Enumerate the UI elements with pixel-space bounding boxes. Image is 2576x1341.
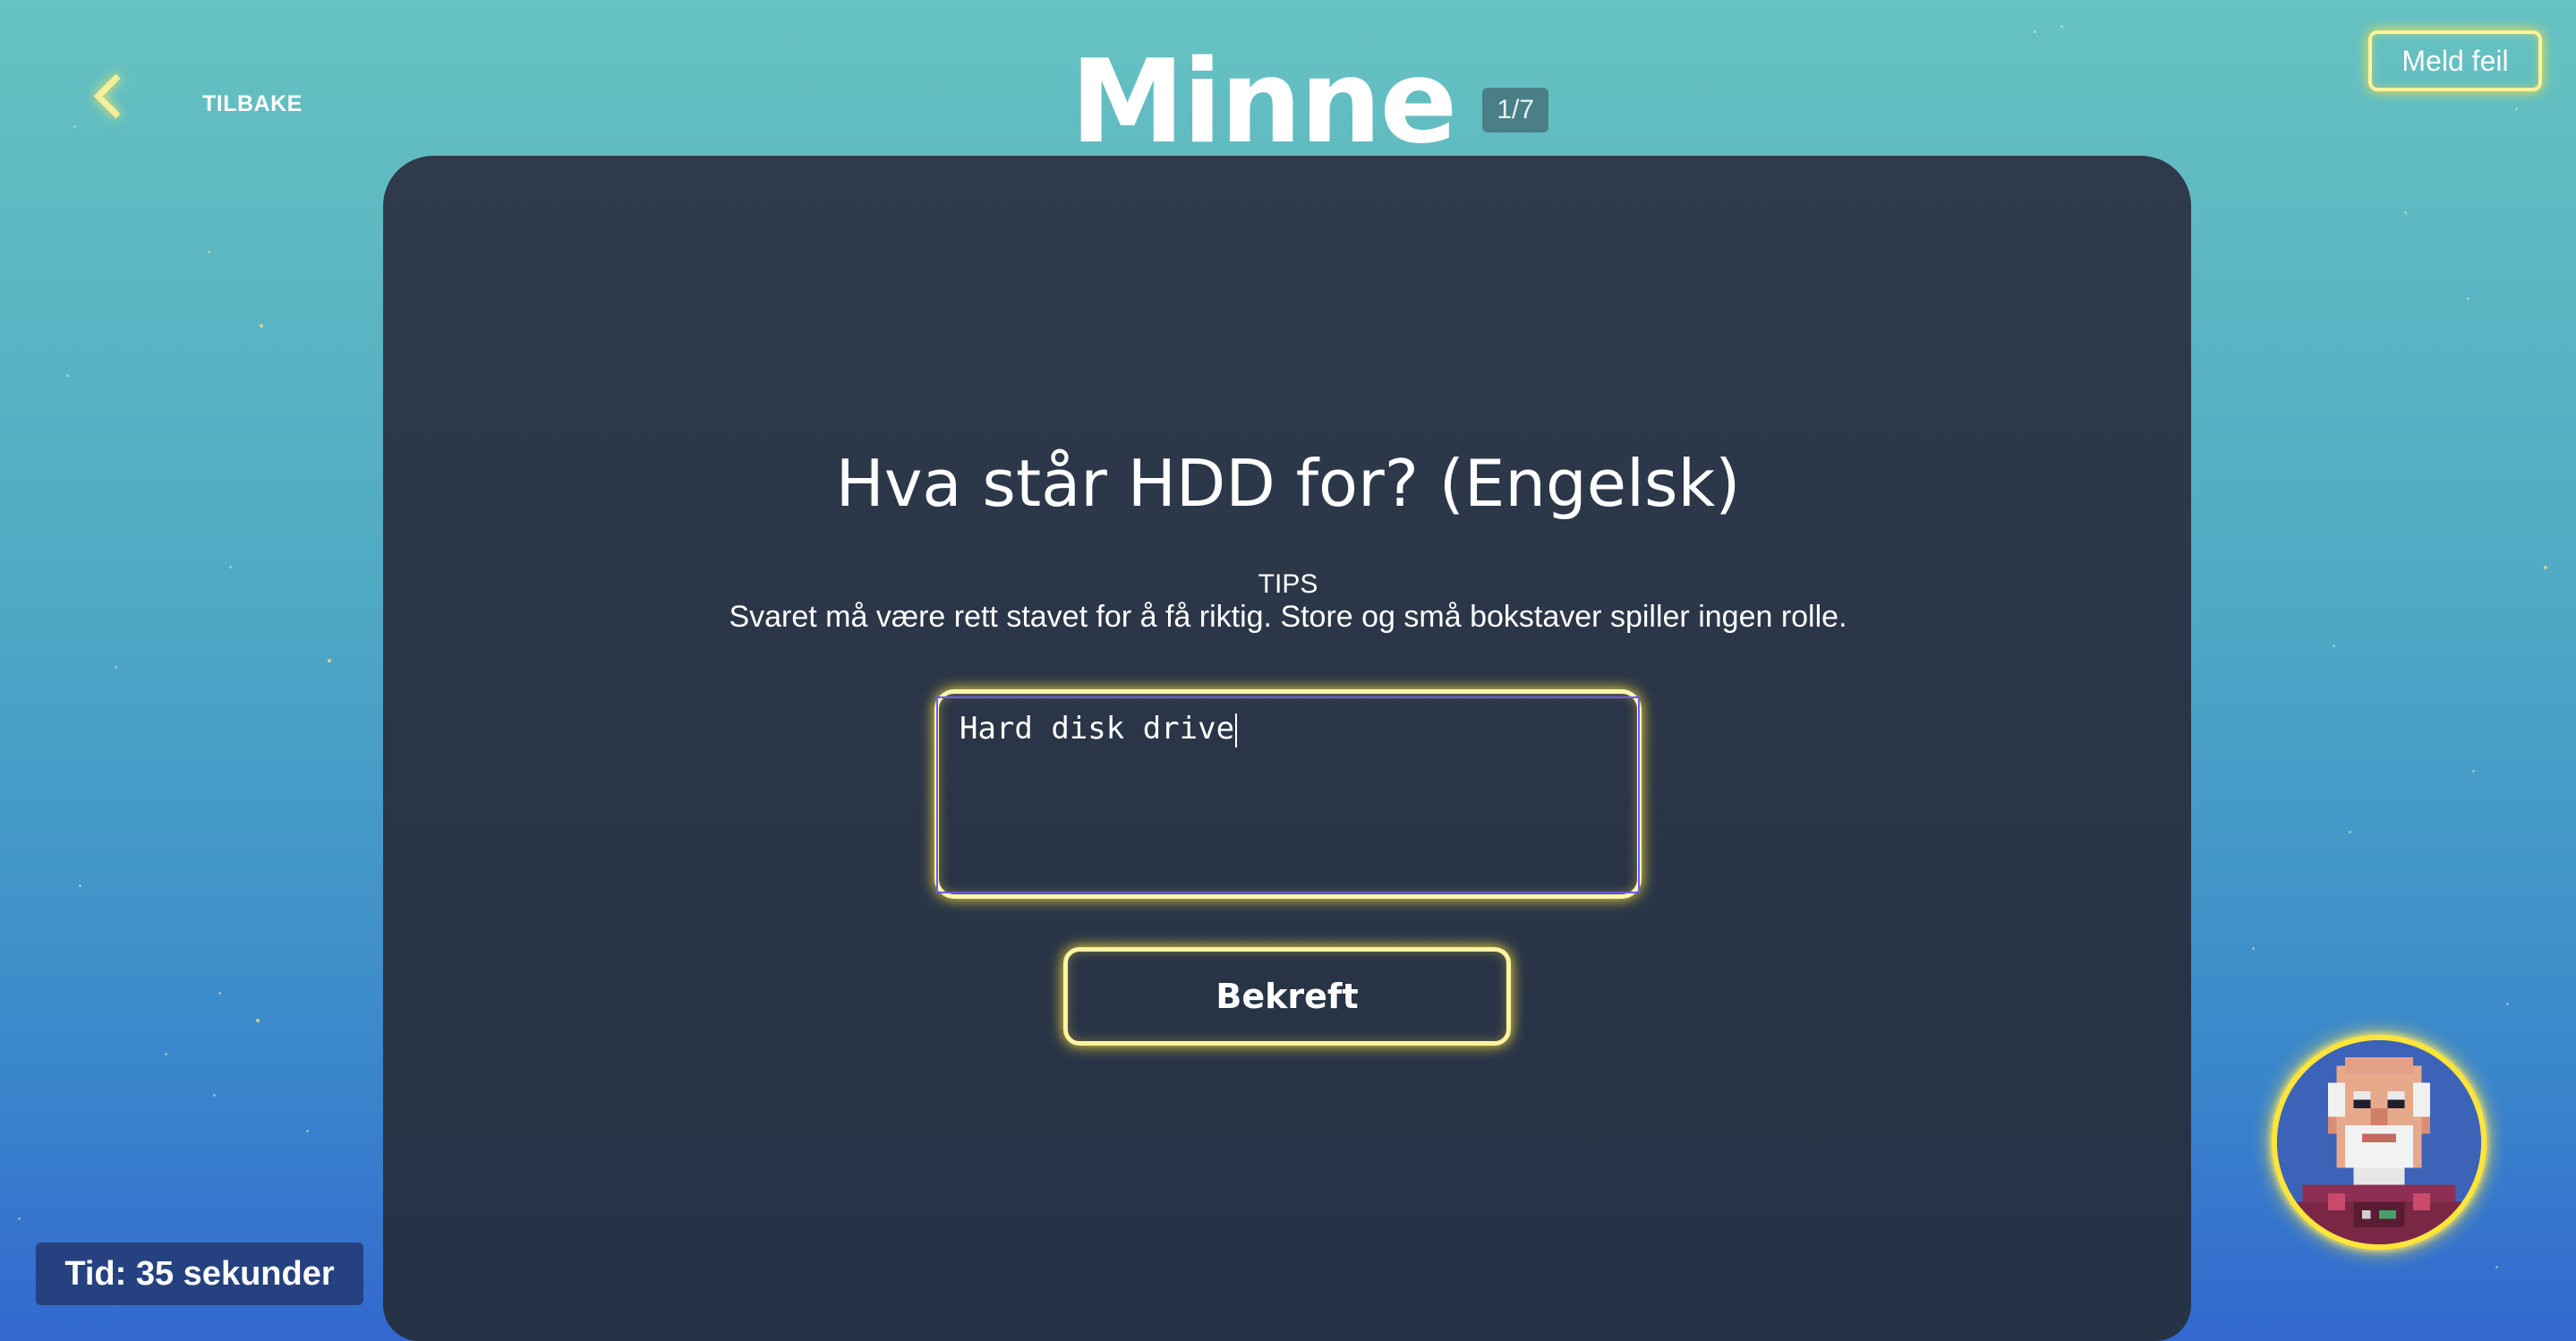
text-caret xyxy=(1235,713,1238,747)
tips-text: Svaret må være rett stavet for å få rikt… xyxy=(729,600,1847,634)
tips-heading: TIPS xyxy=(1258,569,1318,599)
answer-value: Hard disk drive xyxy=(960,711,1235,747)
pixel-astronaut-avatar-icon xyxy=(2277,1040,2481,1244)
answer-input[interactable]: Hard disk drive xyxy=(936,696,1640,893)
page-title: Minne xyxy=(1070,36,1457,169)
back-button[interactable]: TILBAKE xyxy=(93,73,302,119)
chevron-left-icon xyxy=(93,73,139,119)
confirm-button[interactable]: Bekreft xyxy=(1063,947,1511,1046)
avatar[interactable] xyxy=(2272,1035,2486,1250)
timer-badge: Tid: 35 sekunder xyxy=(36,1243,363,1305)
question-text: Hva står HDD for? (Engelsk) xyxy=(835,446,1741,521)
title-area: Minne 1/7 xyxy=(1070,36,1549,170)
question-progress-badge: 1/7 xyxy=(1482,88,1549,132)
report-error-button[interactable]: Meld feil xyxy=(2368,30,2542,91)
back-label: TILBAKE xyxy=(202,91,303,116)
